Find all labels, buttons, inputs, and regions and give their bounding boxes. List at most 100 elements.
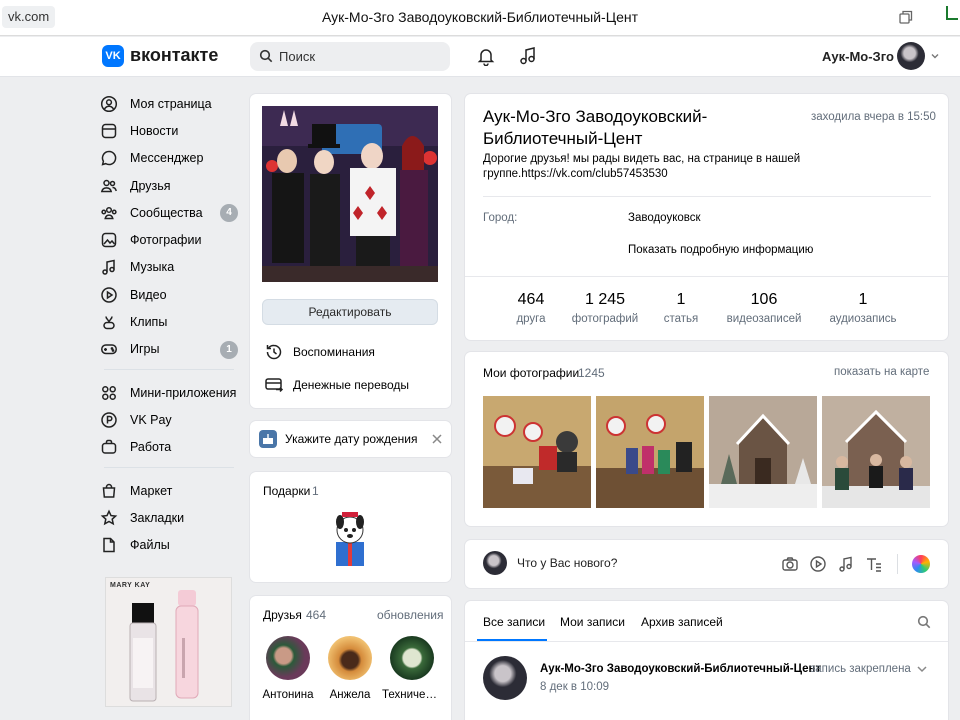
avatar — [483, 551, 507, 575]
friends-title[interactable]: Друзья — [263, 608, 302, 622]
video-icon[interactable] — [809, 555, 827, 573]
sidebar-item-video[interactable]: Видео — [100, 281, 240, 308]
memories-link[interactable]: Воспоминания — [264, 342, 375, 362]
music-note-icon — [102, 259, 115, 276]
chevron-down-icon[interactable] — [916, 664, 928, 674]
sidebar-item-communities[interactable]: Сообщества 4 — [100, 199, 240, 226]
search-placeholder: Поиск — [279, 49, 316, 64]
friends-updates-link[interactable]: обновления — [377, 608, 443, 622]
stat-value: 1 — [858, 291, 868, 308]
camera-icon[interactable] — [781, 555, 799, 573]
sidebar-item-games[interactable]: Игры 1 — [100, 336, 240, 363]
ad-product-image — [129, 590, 199, 702]
friend-name: Антонина — [262, 689, 314, 701]
edit-profile-button[interactable]: Редактировать — [262, 299, 438, 325]
friend-item[interactable]: Техническ... — [382, 636, 442, 701]
birthday-prompt[interactable]: Укажите дату рождения — [250, 421, 451, 457]
divider — [465, 641, 948, 642]
sidebar-item-label: Мессенджер — [130, 151, 204, 166]
sidebar-item-label: Музыка — [130, 260, 175, 275]
sidebar-item-clips[interactable]: Клипы — [100, 308, 240, 335]
photo-thumbnail[interactable] — [822, 396, 930, 508]
tab-archive[interactable]: Архив записей — [641, 615, 723, 629]
post-date[interactable]: 8 дек в 10:09 — [540, 681, 609, 693]
photos-count: 1245 — [578, 366, 605, 380]
memories-label: Воспоминания — [293, 345, 375, 359]
tab-all-posts[interactable]: Все записи — [483, 615, 545, 629]
vk-logo-icon[interactable]: VK — [102, 45, 124, 67]
sidebar-item-label: Игры — [130, 342, 160, 357]
sidebar-item-messenger[interactable]: Мессенджер — [100, 145, 240, 172]
browser-menu-icon[interactable] — [938, 4, 958, 24]
composer-placeholder[interactable]: Что у Вас нового? — [517, 556, 617, 570]
post-composer[interactable]: Что у Вас нового? — [465, 540, 948, 588]
history-icon — [266, 344, 282, 360]
show-more-info-link[interactable]: Показать подробную информацию — [628, 244, 813, 256]
browser-toolbar: vk.com Аук-Мо-Зго Заводоуковский-Библиот… — [0, 0, 960, 36]
briefcase-icon — [101, 439, 117, 454]
photo-thumbnail[interactable] — [483, 396, 591, 508]
vk-wordmark[interactable]: вконтакте — [130, 45, 218, 66]
friends-card: Друзья 464 обновления Антонина Анжела Те… — [250, 596, 451, 720]
sidebar-item-friends[interactable]: Друзья — [100, 172, 240, 199]
close-icon[interactable] — [432, 434, 442, 444]
search-icon[interactable] — [917, 615, 931, 629]
sidebar-item-my-page[interactable]: Моя страница — [100, 90, 240, 117]
sidebar-item-label: VK Pay — [130, 412, 172, 427]
sidebar-item-news[interactable]: Новости — [100, 117, 240, 144]
sidebar-item-bookmarks[interactable]: Закладки — [100, 504, 240, 531]
sidebar-item-market[interactable]: Маркет — [100, 477, 240, 504]
user-circle-icon — [100, 95, 118, 112]
sidebar-item-label: Друзья — [130, 178, 171, 193]
tab-my-posts[interactable]: Мои записи — [560, 615, 625, 629]
friend-item[interactable]: Антонина — [258, 636, 318, 701]
show-on-map-link[interactable]: показать на карте — [834, 366, 929, 378]
gamepad-icon — [101, 344, 117, 355]
sidebar-item-mini-apps[interactable]: Мини-приложения — [100, 379, 240, 406]
sidebar-item-files[interactable]: Файлы — [100, 531, 240, 558]
music-note-icon[interactable] — [837, 555, 855, 573]
photo-thumbnail[interactable] — [596, 396, 704, 508]
gifts-card[interactable]: Подарки 1 — [250, 472, 451, 582]
sidebar-item-label: Работа — [130, 440, 172, 455]
gift-dog-image[interactable] — [328, 510, 372, 568]
profile-photo[interactable] — [262, 106, 438, 282]
avatar[interactable] — [483, 656, 527, 700]
advertisement[interactable]: MARY KAY — [105, 577, 232, 707]
money-transfers-link[interactable]: Денежные переводы — [264, 375, 409, 395]
sidebar-item-work[interactable]: Работа — [100, 434, 240, 461]
color-wheel-icon[interactable] — [912, 555, 930, 573]
header-avatar[interactable] — [897, 42, 925, 70]
vkpay-icon — [101, 412, 117, 428]
search-icon — [259, 49, 273, 63]
music-icon[interactable] — [518, 46, 538, 66]
friend-name: Техническ... — [382, 689, 442, 701]
text-format-icon[interactable] — [865, 555, 883, 573]
city-value[interactable]: Заводоуковск — [628, 212, 701, 224]
bell-icon[interactable] — [476, 46, 496, 66]
communities-icon — [101, 206, 117, 220]
sidebar-item-music[interactable]: Музыка — [100, 254, 240, 281]
post-author[interactable]: Аук-Мо-Зго Заводоуковский-Библиотечный-Ц… — [540, 663, 821, 675]
copy-icon[interactable] — [898, 9, 914, 25]
chevron-down-icon[interactable] — [930, 51, 940, 61]
profile-status-text[interactable]: Дорогие друзья! мы рады видеть вас, на с… — [483, 152, 800, 182]
photo-icon — [101, 232, 117, 248]
friend-item[interactable]: Анжела — [320, 636, 380, 701]
stat-value: 464 — [517, 291, 545, 308]
profile-info-card: Аук-Мо-Зго Заводоуковский- Библиотечный-… — [465, 94, 948, 340]
profile-photo-card: Редактировать Воспоминания Денежные пере… — [250, 94, 451, 408]
photo-thumbnail[interactable] — [709, 396, 817, 508]
sidebar-item-label: Маркет — [130, 483, 173, 498]
news-icon — [101, 123, 117, 139]
header-user-name[interactable]: Аук-Мо-Зго — [822, 49, 894, 64]
friends-icon — [100, 179, 117, 192]
avatar — [266, 636, 310, 680]
sidebar-item-label: Моя страница — [130, 96, 212, 111]
nav-divider — [104, 466, 234, 468]
sidebar-item-vk-pay[interactable]: VK Pay — [100, 406, 240, 433]
nav-divider — [104, 368, 234, 370]
search-input[interactable]: Поиск — [250, 42, 450, 71]
sidebar-item-photos[interactable]: Фотографии — [100, 226, 240, 253]
photos-title[interactable]: Мои фотографии — [483, 366, 579, 380]
